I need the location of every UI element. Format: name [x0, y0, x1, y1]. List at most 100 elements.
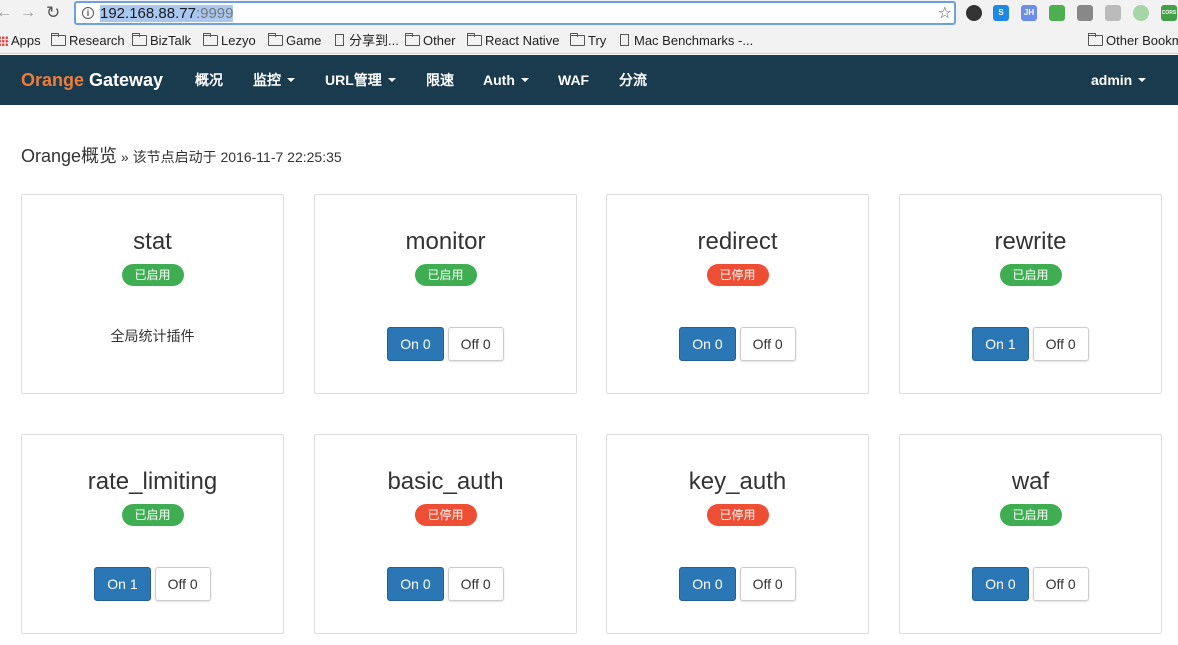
bookmarks-bar: Apps Research BizTalk Lezyo Game 分享到... Other R… — [0, 28, 1178, 54]
info-icon[interactable]: i — [82, 7, 94, 19]
top-navbar: Orange Gateway 概况 监控 URL管理 限速 Auth WAF 分流 admi… — [0, 55, 1178, 105]
plugin-card-rewrite: rewrite 已启用 On 1 Off 0 — [899, 194, 1162, 394]
page-icon — [335, 34, 344, 46]
user-name: admin — [1091, 72, 1133, 88]
bookmark-label: Game — [286, 33, 322, 48]
bookmark-label: Research — [69, 33, 125, 48]
rule-toggle-group: On 0 Off 0 — [315, 567, 576, 601]
folder-icon — [51, 33, 66, 46]
status-badge: 已停用 — [706, 504, 769, 526]
qr-extension-icon[interactable] — [1077, 5, 1093, 21]
brand-logo[interactable]: Orange Gateway — [21, 70, 163, 90]
chevron-down-icon — [520, 78, 529, 82]
bookmark-item[interactable]: Research — [51, 33, 125, 49]
plugin-name: rewrite — [994, 228, 1067, 255]
back-arrow-icon[interactable]: ← — [0, 4, 12, 22]
reload-icon[interactable]: ↻ — [46, 4, 60, 22]
rules-off-button[interactable]: Off 0 — [154, 567, 211, 601]
status-badge: 已启用 — [999, 504, 1062, 526]
plugin-card-monitor: monitor 已启用 On 0 Off 0 — [314, 194, 577, 394]
chevron-down-icon — [1138, 78, 1147, 82]
nav-item[interactable]: 概况 — [195, 72, 223, 88]
bookmark-item[interactable]: Lezyo — [203, 33, 256, 49]
nav-item[interactable]: 监控 — [253, 72, 295, 88]
plugin-card-redirect: redirect 已停用 On 0 Off 0 — [606, 194, 869, 394]
rules-off-button[interactable]: Off 0 — [739, 567, 796, 601]
folder-icon — [203, 33, 218, 46]
folder-icon — [132, 33, 147, 46]
nav-item[interactable]: 分流 — [619, 72, 647, 88]
rules-off-button[interactable]: Off 0 — [1032, 327, 1089, 361]
bookmark-item[interactable]: React Native — [467, 33, 559, 49]
nav-item[interactable]: WAF — [558, 72, 589, 88]
bookmark-label: Other Bookm — [1106, 33, 1178, 48]
nav-item[interactable]: URL管理 — [325, 72, 396, 88]
rules-on-button[interactable]: On 1 — [94, 567, 151, 601]
bookmark-item[interactable]: Mac Benchmarks -... — [620, 33, 753, 49]
bookmark-item[interactable]: Try — [570, 33, 606, 49]
ghost-extension-icon[interactable] — [966, 5, 982, 21]
rules-on-button[interactable]: On 1 — [972, 327, 1029, 361]
url-text[interactable]: 192.168.88.77:9999 — [100, 5, 234, 22]
user-menu[interactable]: admin — [1091, 72, 1147, 88]
address-bar[interactable]: i 192.168.88.77:9999 ☆ — [74, 1, 956, 25]
plugin-name: monitor — [405, 228, 486, 255]
plugin-name: redirect — [697, 228, 778, 255]
folder-icon — [467, 33, 482, 46]
folder-icon — [570, 33, 585, 46]
nav-item[interactable]: Auth — [483, 72, 529, 88]
page-subtitle: » 该节点启动于 2016-11-7 22:25:35 — [117, 149, 342, 165]
bookmark-item[interactable]: Other Bookm — [1088, 33, 1178, 49]
rules-on-button[interactable]: On 0 — [679, 567, 736, 601]
bookmark-label: Other — [423, 33, 456, 48]
bookmark-label: Try — [588, 33, 607, 48]
page-icon — [620, 34, 629, 46]
rules-off-button[interactable]: Off 0 — [447, 327, 504, 361]
cors-extension-icon[interactable]: CORS — [1161, 5, 1177, 21]
plugin-card-rate-limiting: rate_limiting 已启用 On 1 Off 0 — [21, 434, 284, 634]
url-host: 192.168.88.77 — [100, 5, 196, 22]
bookmark-item[interactable]: Apps — [0, 33, 41, 49]
jh-extension-icon[interactable]: JH — [1021, 5, 1037, 21]
status-badge: 已启用 — [999, 264, 1062, 286]
bookmark-star-icon[interactable]: ☆ — [938, 3, 952, 23]
bookmark-label: Lezyo — [221, 33, 256, 48]
plugin-name: basic_auth — [387, 468, 504, 495]
rules-off-button[interactable]: Off 0 — [1032, 567, 1089, 601]
nav-item-label: 监控 — [253, 72, 281, 88]
url-port: :9999 — [195, 5, 234, 22]
browser-toolbar: ← → ↻ i 192.168.88.77:9999 ☆ S JH CORS — [0, 0, 1178, 28]
folder-icon — [405, 33, 420, 46]
plant-extension-icon[interactable] — [1105, 5, 1121, 21]
bookmark-item[interactable]: Game — [268, 33, 321, 49]
forward-arrow-icon[interactable]: → — [20, 4, 36, 22]
brand-highlight: Orange — [21, 70, 85, 90]
nav-item-label: 概况 — [195, 72, 223, 88]
rules-on-button[interactable]: On 0 — [679, 327, 736, 361]
status-badge: 已启用 — [121, 504, 184, 526]
rules-on-button[interactable]: On 0 — [387, 327, 444, 361]
rule-toggle-group: On 0 Off 0 — [607, 327, 868, 361]
s-extension-icon[interactable]: S — [993, 5, 1009, 21]
rules-off-button[interactable]: Off 0 — [447, 567, 504, 601]
rules-on-button[interactable]: On 0 — [972, 567, 1029, 601]
bookmark-item[interactable]: 分享到... — [335, 33, 399, 49]
rules-off-button[interactable]: Off 0 — [739, 327, 796, 361]
nav-item[interactable]: 限速 — [426, 72, 454, 88]
plugin-description: 全局统计插件 — [110, 328, 195, 344]
plugin-card-key-auth: key_auth 已停用 On 0 Off 0 — [606, 434, 869, 634]
nav-item-label: WAF — [558, 72, 590, 88]
plugin-name: waf — [1011, 468, 1050, 495]
bookmark-item[interactable]: BizTalk — [132, 33, 191, 49]
puzzle-extension-icon[interactable] — [1049, 5, 1065, 21]
rule-toggle-group: On 1 Off 0 — [22, 567, 283, 601]
bookmark-item[interactable]: Other — [405, 33, 456, 49]
page-heading: Orange概览 » 该节点启动于 2016-11-7 22:25:35 — [21, 145, 342, 169]
circle-extension-icon[interactable] — [1133, 5, 1149, 21]
status-badge: 已启用 — [414, 264, 477, 286]
chevron-down-icon — [387, 78, 396, 82]
plugin-card-stat: stat 已启用 全局统计插件 — [21, 194, 284, 394]
bookmark-label: React Native — [485, 33, 560, 48]
nav-item-label: 分流 — [619, 72, 647, 88]
rules-on-button[interactable]: On 0 — [387, 567, 444, 601]
